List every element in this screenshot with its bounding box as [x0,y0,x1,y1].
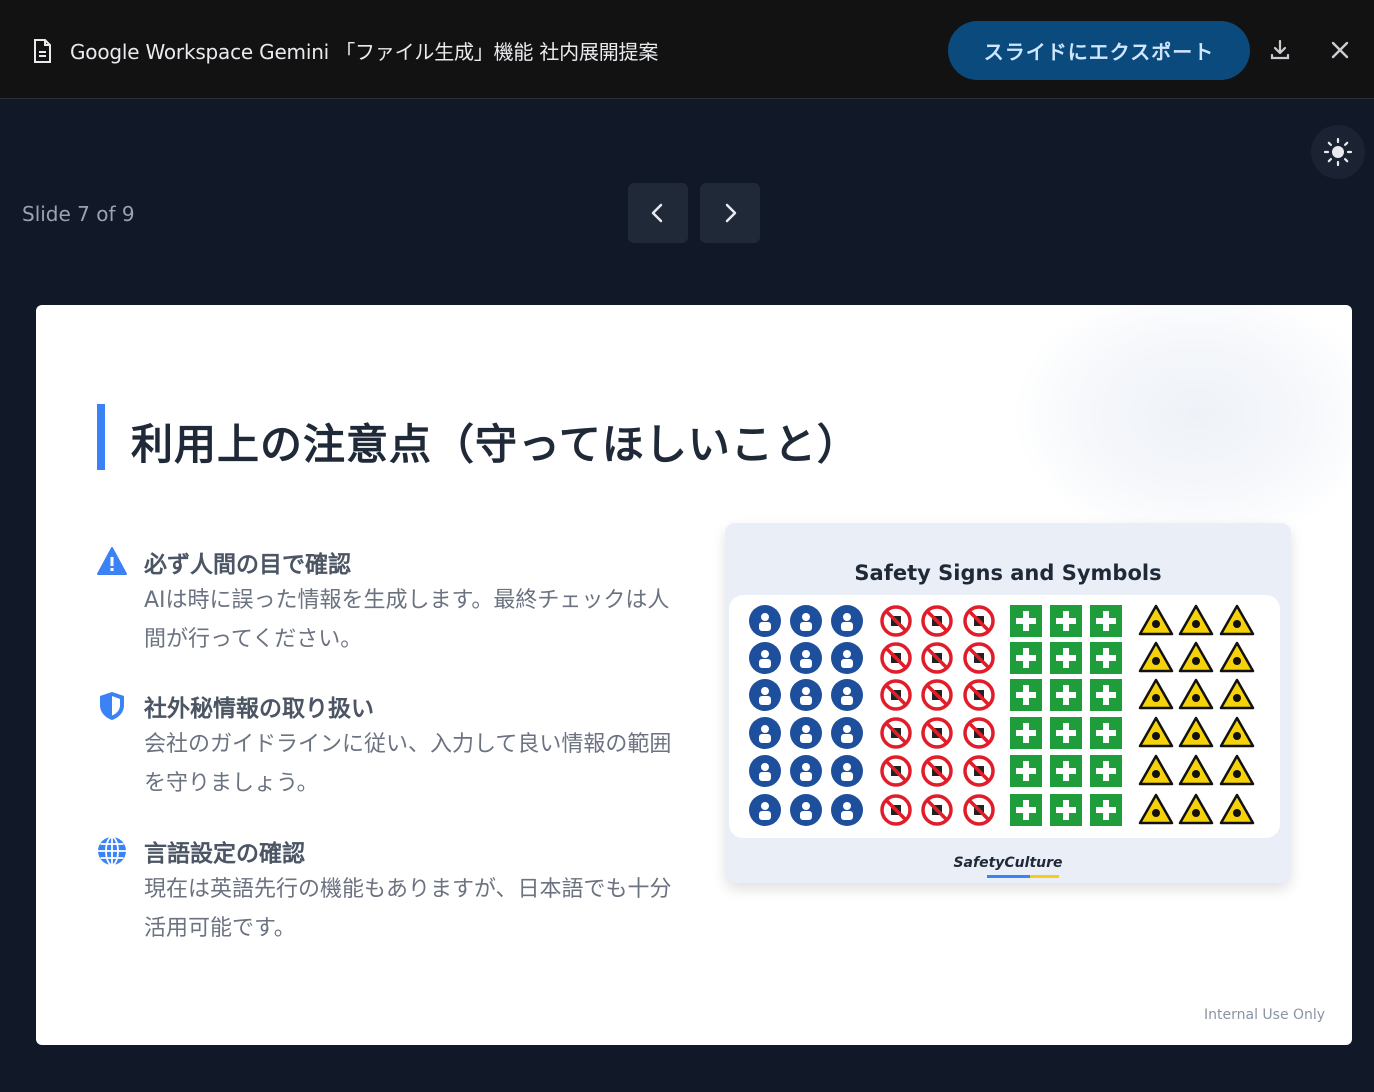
caution-title-2: 社外秘情報の取り扱い [144,696,374,722]
slide-canvas: 利用上の注意点（守ってほしいこと） 必ず人間の目で確認 AIは時に誤った情報を生… [36,305,1352,1045]
download-icon[interactable] [1268,38,1292,62]
slide-footer: Internal Use Only [1204,1007,1326,1023]
slide-heading: 利用上の注意点（守ってほしいこと） [131,420,860,469]
image-brand: SafetyCulture [953,855,1063,871]
warning-icon [97,547,127,575]
heading-accent-bar [97,404,105,470]
shield-icon [100,692,124,720]
globe-icon [98,836,126,866]
next-slide-button[interactable] [700,183,760,243]
chevron-left-icon [651,203,663,223]
document-title: Google Workspace Gemini 「ファイル生成」機能 社内展開提… [70,40,659,64]
caution-body-2: 会社のガイドラインに従い、入力して良い情報の範囲を守りましょう。 [144,732,672,796]
caution-title-3: 言語設定の確認 [144,841,305,867]
close-icon[interactable] [1329,39,1351,61]
brand-underline [987,875,1059,878]
safety-signs-image: Safety Signs and Symbols SafetyCulture [725,523,1291,883]
sun-icon [1323,137,1353,167]
caution-body-3: 現在は英語先行の機能もありますが、日本語でも十分活用可能です。 [144,877,672,941]
caution-title-1: 必ず人間の目で確認 [144,552,351,578]
document-icon [34,39,51,63]
slide-counter: Slide 7 of 9 [22,202,135,226]
theme-toggle-button[interactable] [1311,125,1365,179]
image-title: Safety Signs and Symbols [854,561,1162,585]
signs-panel [729,595,1280,838]
previous-slide-button[interactable] [628,183,688,243]
safety-signs-grid [749,604,1255,826]
top-bar: Google Workspace Gemini 「ファイル生成」機能 社内展開提… [0,0,1374,99]
export-to-slides-button[interactable]: スライドにエクスポート [948,21,1250,80]
chevron-right-icon [725,203,737,223]
caution-body-1: AIは時に誤った情報を生成します。最終チェックは人間が行ってください。 [144,588,670,652]
decorative-glow [1016,305,1352,545]
